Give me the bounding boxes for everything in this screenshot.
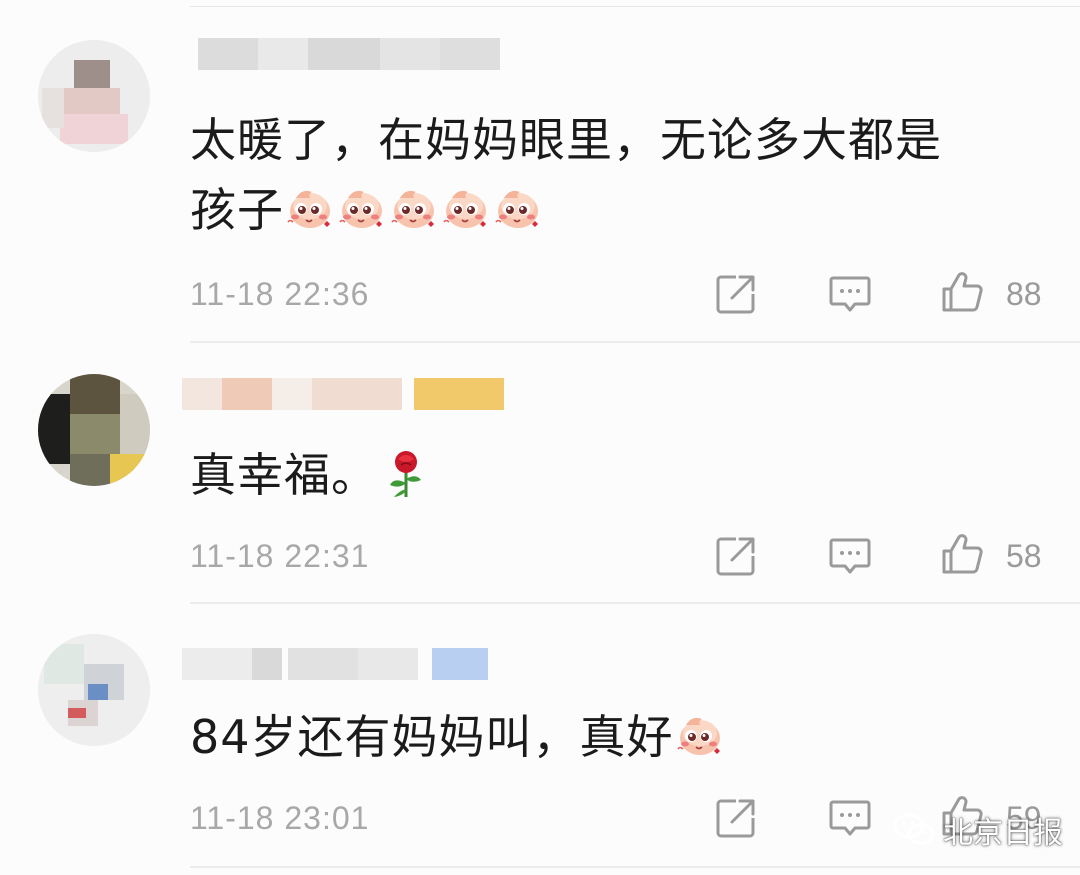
wechat-logo-icon	[893, 813, 935, 845]
watermark-label: 北京日报	[943, 816, 1063, 851]
like-count: 58	[1006, 538, 1042, 574]
comment-icon[interactable]	[828, 534, 872, 578]
watermark: 北京日报	[893, 800, 1063, 860]
divider	[190, 866, 1080, 868]
forward-icon[interactable]	[714, 534, 758, 578]
comment-timestamp: 11-18 22:31	[190, 538, 370, 574]
comment-timestamp: 11-18 22:36	[190, 276, 370, 312]
blush-emoji-icon	[492, 184, 542, 234]
forward-icon[interactable]	[714, 272, 758, 316]
comment-text: 84岁还有妈妈叫，真好	[190, 702, 726, 772]
comment-icon[interactable]	[828, 796, 872, 840]
divider	[190, 341, 1080, 343]
username-blurred[interactable]	[182, 648, 512, 680]
comment-text-line: 真幸福。	[190, 448, 378, 502]
comment-text-line: 太暖了，在妈妈眼里，无论多大都是	[190, 113, 942, 167]
blush-emoji-icon	[284, 184, 334, 234]
blush-emoji-icon	[674, 711, 724, 761]
like-count: 88	[1006, 276, 1042, 312]
comment-text-line: 孩子	[190, 175, 942, 245]
comment-text: 真幸福。	[190, 440, 426, 510]
blush-emoji-icon	[440, 184, 490, 234]
comment-icon[interactable]	[828, 272, 872, 316]
comment-list: 太暖了，在妈妈眼里，无论多大都是 孩子 11-18 22:36 88 真幸福。 …	[0, 0, 1080, 875]
like-icon[interactable]	[940, 270, 984, 314]
blush-emoji-icon	[336, 184, 386, 234]
avatar[interactable]	[38, 374, 150, 486]
divider	[190, 6, 1080, 7]
comment-text-tail: 孩子	[190, 183, 284, 237]
comment-timestamp: 11-18 23:01	[190, 800, 370, 836]
username-blurred[interactable]	[182, 378, 512, 410]
forward-icon[interactable]	[714, 796, 758, 840]
comment-text-line: 84岁还有妈妈叫，真好	[190, 710, 674, 764]
comment-text: 太暖了，在妈妈眼里，无论多大都是 孩子	[190, 105, 942, 245]
rose-emoji-icon	[386, 449, 426, 499]
avatar[interactable]	[38, 40, 150, 152]
blush-emoji-icon	[388, 184, 438, 234]
like-icon[interactable]	[940, 532, 984, 576]
divider	[190, 602, 1080, 604]
username-blurred[interactable]	[182, 38, 512, 70]
avatar[interactable]	[38, 634, 150, 746]
